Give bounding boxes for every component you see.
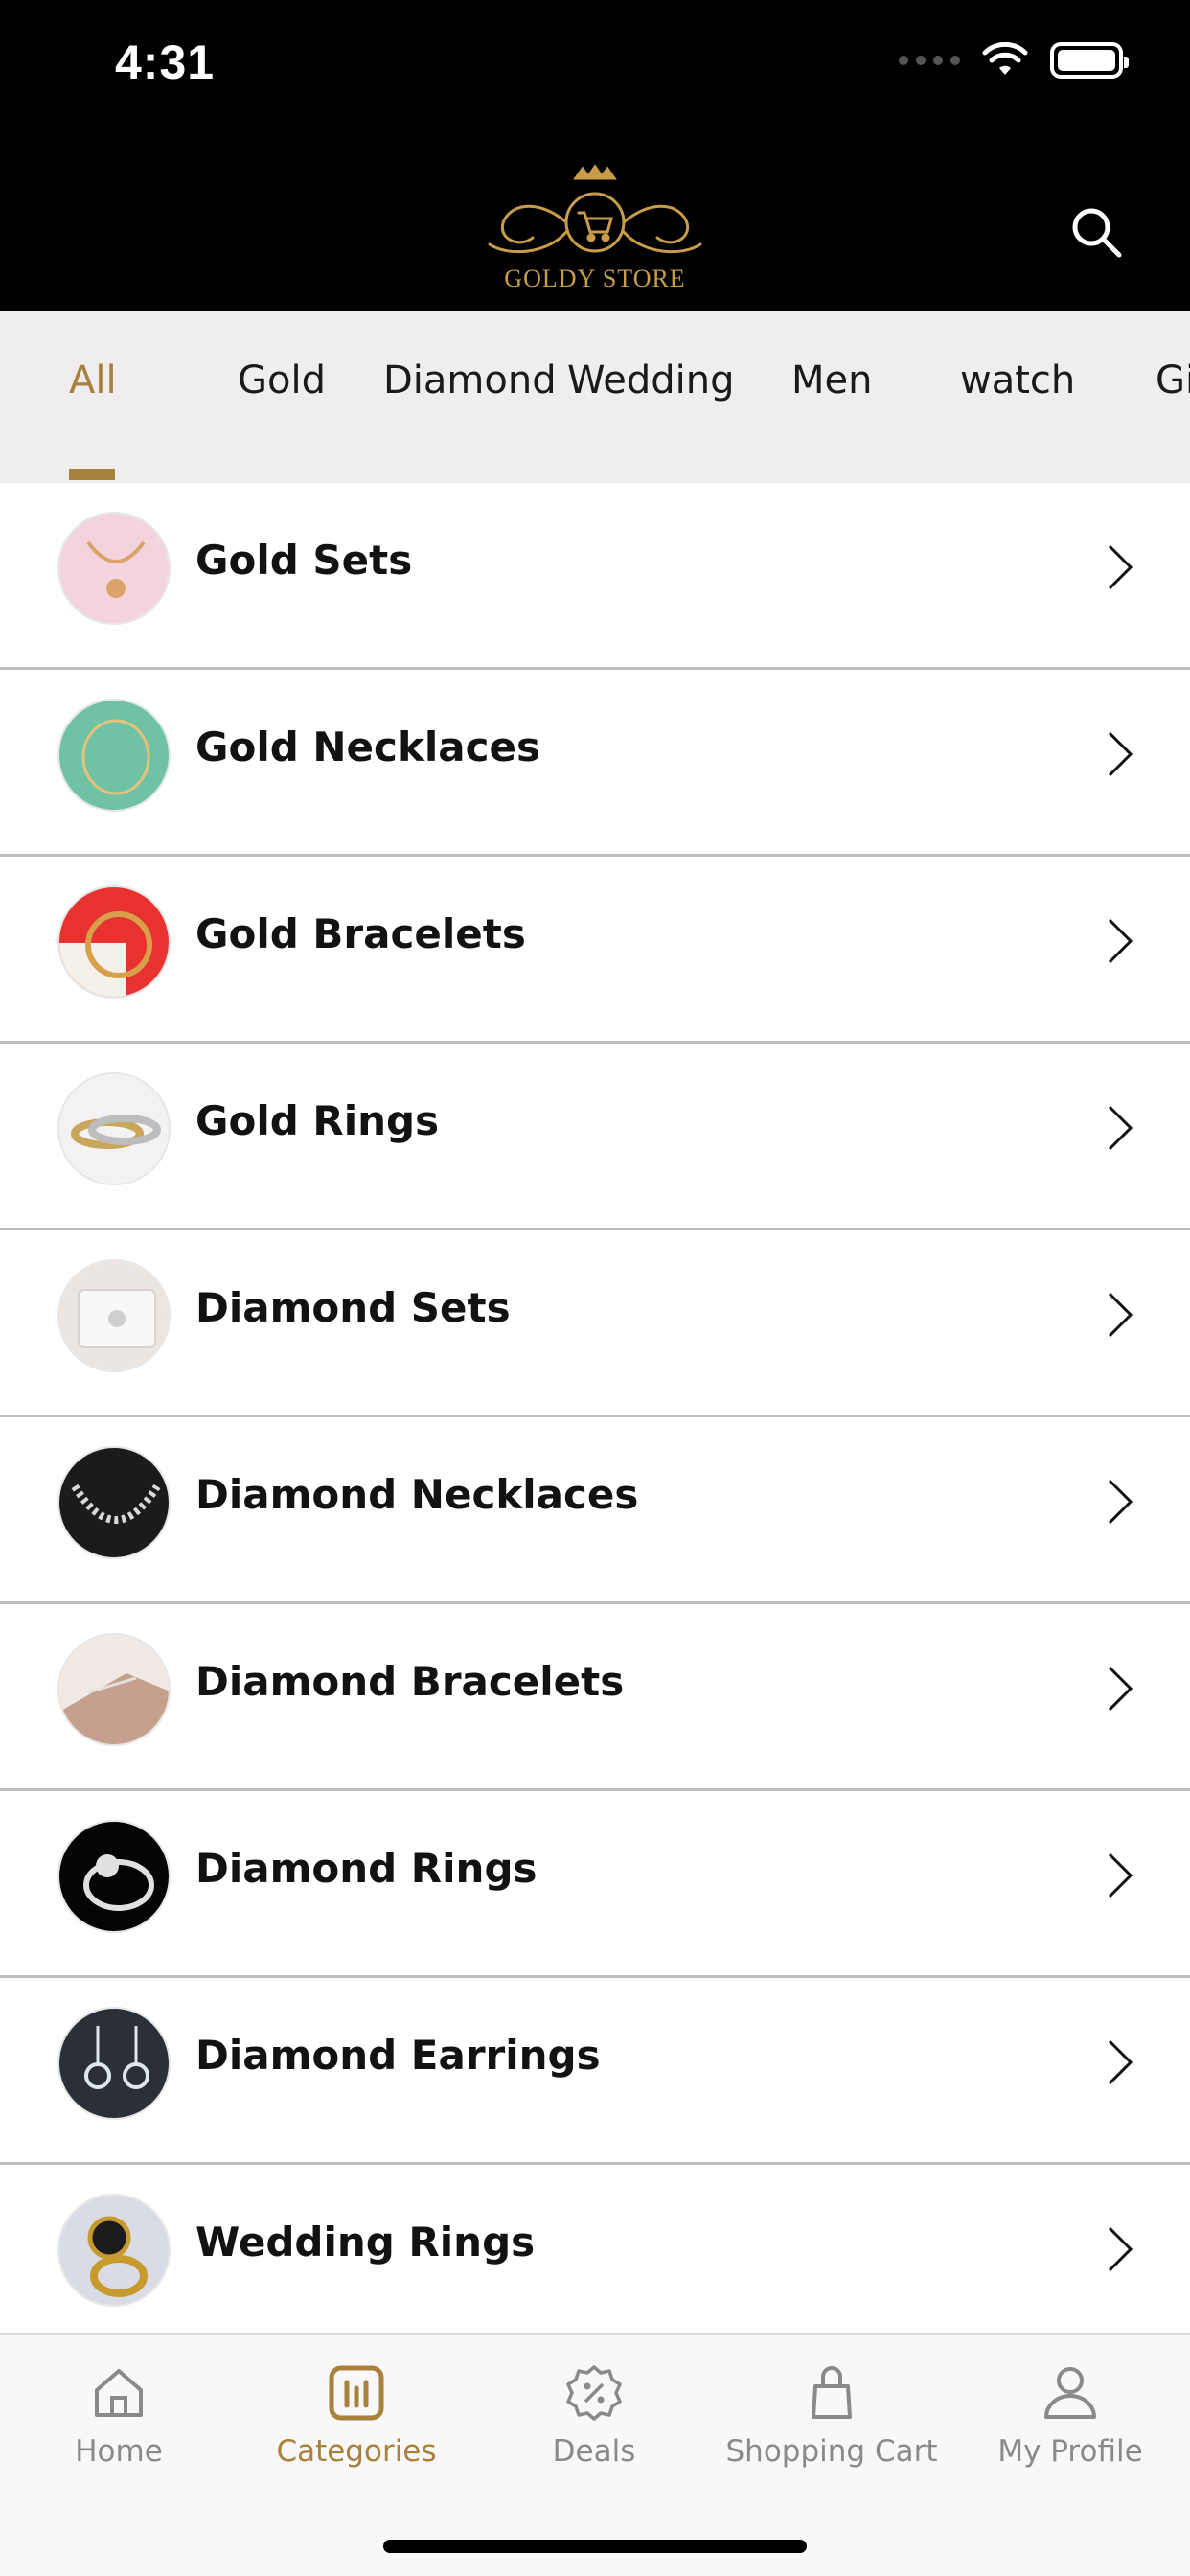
chevron-right-icon [1108,2039,1133,2085]
list-item[interactable]: Wedding Rings [0,2165,1190,2352]
categories-icon [329,2365,384,2421]
nav-my-profile[interactable]: My Profile [950,2363,1190,2469]
category-label: Wedding Rings [195,2219,536,2266]
app-header: 4:31 GOLDY STORE [0,0,1190,310]
shopping-bag-icon [812,2366,852,2419]
category-label: Diamond Rings [195,1845,538,1892]
chevron-right-icon [1108,731,1133,777]
category-tabs: All Gold Diamond Wedding Men watch Gi [0,310,1190,483]
category-thumbnail [57,1259,171,1372]
chevron-right-icon [1108,2226,1133,2272]
list-item[interactable]: Gold Necklaces [0,670,1190,857]
category-thumbnail [57,1820,171,1933]
category-thumbnail [57,886,171,999]
nav-categories-label: Categories [276,2434,437,2469]
home-icon [95,2369,143,2417]
chevron-right-icon [1108,1666,1133,1712]
battery-icon [1050,42,1129,79]
category-label: Gold Rings [195,1097,440,1144]
nav-categories[interactable]: Categories [238,2363,475,2469]
list-item[interactable]: Diamond Bracelets [0,1604,1190,1791]
tab-watch[interactable]: watch [960,358,1075,402]
brand-name: GOLDY STORE [504,264,686,292]
tab-all[interactable]: All [69,358,117,402]
list-item[interactable]: Gold Sets [0,483,1190,670]
home-indicator [383,2540,807,2553]
tab-wedding[interactable]: Wedding [567,358,734,402]
category-thumbnail [57,1446,171,1559]
status-time: 4:31 [115,35,216,89]
category-label: Diamond Sets [195,1284,511,1331]
list-item[interactable]: Diamond Earrings [0,1978,1190,2165]
category-label: Gold Bracelets [195,910,526,957]
chevron-right-icon [1108,918,1133,964]
search-icon[interactable] [1067,203,1125,261]
status-icons [899,42,1129,79]
category-thumbnail [57,1072,171,1185]
nav-deals-label: Deals [552,2434,636,2469]
nav-home-label: Home [75,2434,163,2469]
tab-gifts[interactable]: Gi [1156,358,1190,402]
active-tab-indicator [69,469,115,480]
list-item[interactable]: Gold Bracelets [0,857,1190,1044]
category-thumbnail [57,512,171,625]
list-item[interactable]: Gold Rings [0,1044,1190,1230]
category-label: Gold Necklaces [195,724,540,770]
chevron-right-icon [1108,1105,1133,1151]
cellular-signal-icon [899,56,960,65]
category-label: Gold Sets [195,537,413,584]
chevron-right-icon [1108,1292,1133,1338]
nav-home[interactable]: Home [0,2363,238,2469]
chevron-right-icon [1108,544,1133,590]
list-item[interactable]: Diamond Sets [0,1230,1190,1417]
category-thumbnail [57,699,171,812]
nav-shopping-cart-label: Shopping Cart [725,2434,938,2469]
wifi-icon [982,42,1028,75]
list-item[interactable]: Diamond Rings [0,1791,1190,1978]
nav-deals[interactable]: Deals [475,2363,713,2469]
tab-men[interactable]: Men [791,358,872,402]
nav-shopping-cart[interactable]: Shopping Cart [713,2363,950,2469]
category-thumbnail [57,2007,171,2120]
category-thumbnail [57,2194,171,2307]
category-list: Gold Sets Gold Necklaces Gold Bracelets … [0,483,1190,2352]
category-thumbnail [57,1633,171,1746]
tab-diamond[interactable]: Diamond [383,358,557,402]
category-label: Diamond Earrings [195,2032,601,2079]
list-item[interactable]: Diamond Necklaces [0,1417,1190,1604]
tab-gold[interactable]: Gold [238,358,326,402]
category-label: Diamond Bracelets [195,1658,625,1705]
chevron-right-icon [1108,1852,1133,1898]
category-label: Diamond Necklaces [195,1471,639,1518]
chevron-right-icon [1108,1479,1133,1525]
nav-my-profile-label: My Profile [997,2434,1143,2469]
profile-icon [1044,2367,1096,2419]
deals-icon [566,2365,622,2421]
